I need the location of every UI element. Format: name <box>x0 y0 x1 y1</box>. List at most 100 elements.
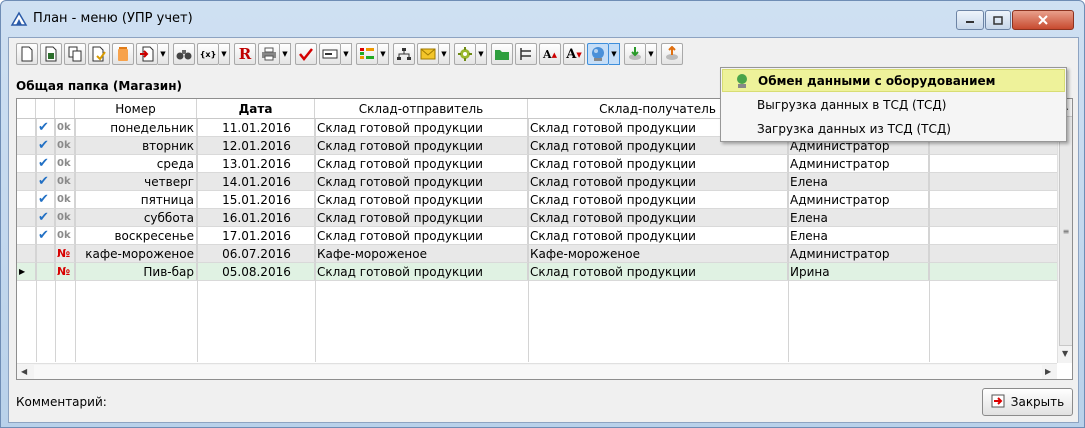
cell-extra <box>929 155 1057 172</box>
header-sender[interactable]: Склад-отправитель <box>315 99 528 118</box>
import-icon[interactable] <box>136 43 158 65</box>
menu-item-upload-tsd[interactable]: Выгрузка данных в ТСД (ТСД) <box>722 93 1065 116</box>
upload-tsd-icon[interactable] <box>661 43 683 65</box>
cell-date-text: 05.08.2016 <box>222 264 291 279</box>
cell-receiver-text: Склад готовой продукции <box>530 156 696 171</box>
checkmark-icon: ✔ <box>38 192 49 207</box>
cell-receiver: Склад готовой продукции <box>528 173 788 190</box>
cell-number: вторник <box>75 137 197 154</box>
download-dropdown[interactable]: ▼ <box>646 43 657 65</box>
new-document-icon[interactable] <box>16 43 38 65</box>
scroll-down-arrow-icon[interactable]: ▼ <box>1062 349 1068 358</box>
columns-icon[interactable] <box>356 43 378 65</box>
print-icon[interactable] <box>258 43 280 65</box>
cell-number-text: Пив-бар <box>143 264 194 279</box>
table-row[interactable]: ✔ 0k суббота 16.01.2016 Склад готовой продук… <box>17 209 1057 227</box>
settings-dropdown[interactable]: ▼ <box>476 43 487 65</box>
ok-status-icon: 0k <box>57 140 71 151</box>
table-row[interactable]: ✔ 0k четверг 14.01.2016 Склад готовой продук… <box>17 173 1057 191</box>
folder-icon[interactable] <box>491 43 513 65</box>
grid-line <box>528 119 529 362</box>
horizontal-scrollbar[interactable]: ◀ ▶ <box>17 363 1057 379</box>
header-date[interactable]: Дата <box>197 99 315 118</box>
print-dropdown[interactable]: ▼ <box>280 43 291 65</box>
cell-receiver-text: Склад готовой продукции <box>530 210 696 225</box>
check-icon[interactable] <box>295 43 317 65</box>
cell-sender-text: Склад готовой продукции <box>317 210 483 225</box>
row-status: 0k <box>55 191 75 208</box>
cell-number-text: вторник <box>142 138 194 153</box>
tree-icon[interactable] <box>393 43 415 65</box>
minimize-button[interactable] <box>956 10 984 30</box>
header-number[interactable]: Номер <box>75 99 197 118</box>
cell-date-text: 14.01.2016 <box>222 174 291 189</box>
cell-date: 11.01.2016 <box>197 119 315 136</box>
table-row[interactable]: ▶ № Пив-бар 05.08.2016 Склад готовой продукц… <box>17 263 1057 281</box>
menu-item-equipment-exchange[interactable]: Обмен данными с оборудованием <box>722 69 1065 92</box>
mail-icon[interactable] <box>417 43 439 65</box>
menu-item-label: Выгрузка данных в ТСД (ТСД) <box>757 97 947 112</box>
list-icon[interactable] <box>515 43 537 65</box>
delete-icon[interactable] <box>112 43 134 65</box>
bracket-icon[interactable]: {x} <box>197 43 219 65</box>
font-decrease-icon[interactable]: A ▼ <box>563 43 585 65</box>
cell-sender: Склад готовой продукции <box>315 191 528 208</box>
cell-sender-text: Склад готовой продукции <box>317 138 483 153</box>
mail-dropdown[interactable]: ▼ <box>439 43 450 65</box>
grid-line <box>75 119 76 362</box>
close-window-button[interactable] <box>1012 10 1074 30</box>
ok-status-icon: 0k <box>57 212 71 223</box>
cell-number-text: понедельник <box>110 120 194 135</box>
horizontal-scroll-thumb[interactable] <box>34 365 1042 379</box>
row-check <box>36 245 55 262</box>
scroll-right-arrow-icon[interactable]: ▶ <box>1045 367 1051 376</box>
grid-line <box>55 119 56 362</box>
vertical-scroll-thumb[interactable]: ≡ <box>1059 116 1072 346</box>
checkmark-icon: ✔ <box>38 174 49 189</box>
columns-dropdown[interactable]: ▼ <box>378 43 389 65</box>
menu-item-download-tsd[interactable]: Загрузка данных из ТСД (ТСД) <box>722 117 1065 140</box>
no-status-icon: № <box>57 265 71 278</box>
cell-user: Елена <box>788 227 929 244</box>
cell-date-text: 17.01.2016 <box>222 228 291 243</box>
ok-status-icon: 0k <box>57 194 71 205</box>
cell-receiver: Склад готовой продукции <box>528 155 788 172</box>
cell-receiver: Склад готовой продукции <box>528 191 788 208</box>
cell-extra <box>929 263 1057 280</box>
menu-item-label: Обмен данными с оборудованием <box>758 73 996 88</box>
exchange-dropdown[interactable]: ▼ <box>609 43 620 65</box>
settings-icon[interactable] <box>454 43 476 65</box>
table-row[interactable]: ✔ 0k воскресенье 17.01.2016 Склад готовой пр… <box>17 227 1057 245</box>
table-row[interactable]: № кафе-мороженое 06.07.2016 Кафе-мороженое К… <box>17 245 1057 263</box>
bracket-dropdown[interactable]: ▼ <box>219 43 230 65</box>
copy-icon[interactable] <box>64 43 86 65</box>
cell-date-text: 16.01.2016 <box>222 210 291 225</box>
card-icon[interactable] <box>319 43 341 65</box>
download-tsd-icon[interactable] <box>624 43 646 65</box>
close-button[interactable]: Закрыть <box>982 388 1073 416</box>
row-marker <box>17 155 36 172</box>
maximize-button[interactable] <box>985 10 1011 30</box>
row-status: 0k <box>55 173 75 190</box>
open-document-icon[interactable] <box>88 43 110 65</box>
save-icon[interactable] <box>40 43 62 65</box>
table-row[interactable]: ✔ 0k пятница 15.01.2016 Склад готовой продук… <box>17 191 1057 209</box>
cell-sender: Склад готовой продукции <box>315 119 528 136</box>
import-dropdown[interactable]: ▼ <box>158 43 169 65</box>
scroll-left-arrow-icon[interactable]: ◀ <box>21 367 27 376</box>
cell-receiver: Склад готовой продукции <box>528 263 788 280</box>
report-r-icon[interactable]: R <box>234 43 256 65</box>
table-row[interactable]: ✔ 0k среда 13.01.2016 Склад готовой продукци… <box>17 155 1057 173</box>
checkmark-icon: ✔ <box>38 210 49 225</box>
cell-date: 17.01.2016 <box>197 227 315 244</box>
card-dropdown[interactable]: ▼ <box>341 43 352 65</box>
font-increase-icon[interactable]: A ▲ <box>539 43 561 65</box>
cell-extra <box>929 209 1057 226</box>
cell-user: Елена <box>788 209 929 226</box>
binoculars-icon[interactable] <box>173 43 195 65</box>
row-marker: ▶ <box>17 263 36 280</box>
main-window: План - меню (УПР учет) ▼ {x} ▼ R ▼ ▼ ▼ ▼… <box>0 0 1085 428</box>
exchange-equipment-icon[interactable] <box>587 43 609 65</box>
row-marker <box>17 245 36 262</box>
header-marker <box>17 99 36 118</box>
